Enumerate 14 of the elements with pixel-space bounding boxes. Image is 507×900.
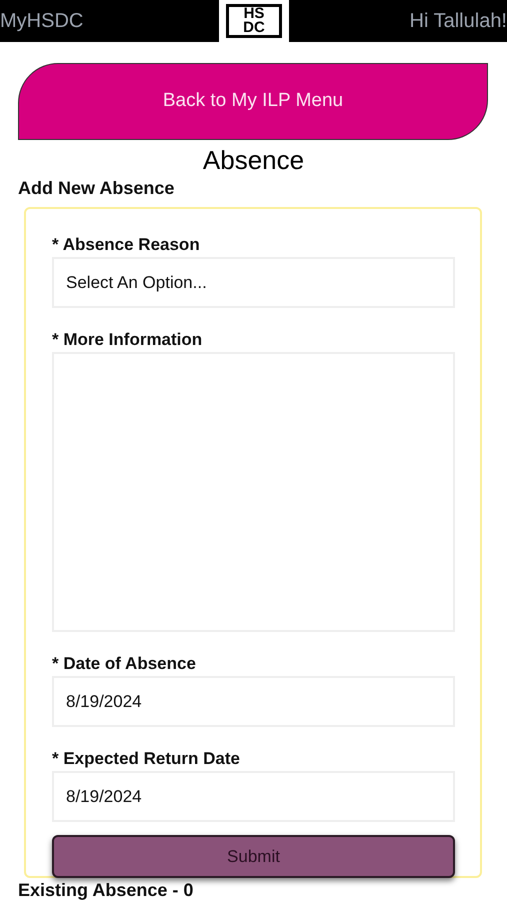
greeting: Hi Tallulah!: [410, 11, 507, 31]
section-heading: Existing Absence - 0: [18, 880, 194, 900]
app-name: MyHSDC: [0, 11, 84, 31]
field-label: * Expected Return Date: [52, 749, 241, 769]
field-label: * Absence Reason: [52, 235, 201, 255]
date-field[interactable]: 8/19/2024: [52, 771, 455, 822]
page-title: Absence: [202, 144, 304, 177]
field-label: * More Information: [52, 330, 204, 350]
back-button[interactable]: Back to My ILP Menu: [18, 63, 488, 140]
select-field[interactable]: Select An Option...: [52, 257, 455, 308]
section-heading: Add New Absence: [18, 177, 176, 199]
date-field[interactable]: 8/19/2024: [52, 676, 455, 727]
field-label: * Date of Absence: [52, 654, 197, 674]
logo: HS DC: [219, 0, 289, 42]
